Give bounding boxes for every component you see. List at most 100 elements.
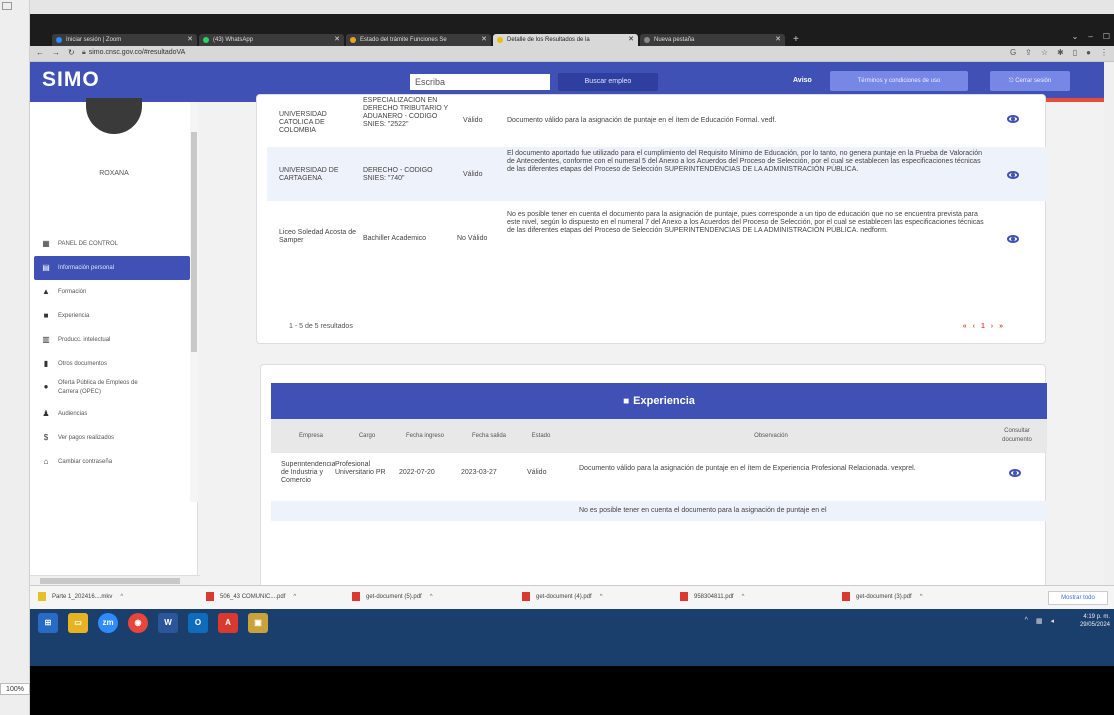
taskbar-clock[interactable]: 4:19 p. m. 29/05/2024 xyxy=(1080,613,1110,629)
experience-title: Experiencia xyxy=(633,395,695,407)
app-window-icon[interactable]: ▣ xyxy=(248,613,268,633)
logout-button[interactable]: ⎋ Cerrar sesión xyxy=(990,71,1070,91)
sidebar-horizontal-scrollbar[interactable] xyxy=(30,575,200,585)
chevron-up-icon[interactable]: ^ xyxy=(600,594,603,600)
prev-page-icon[interactable]: ‹ xyxy=(973,323,977,330)
download-item[interactable]: 958304811.pdf ^ xyxy=(680,592,744,601)
profile-icon[interactable]: ● xyxy=(1086,48,1091,57)
sidebar-item-experience[interactable]: ■ Experiencia xyxy=(30,304,190,328)
browser-tab-2[interactable]: Estado del trámite Funciones Se ✕ xyxy=(346,34,491,46)
sidebar-item-label: Experiencia xyxy=(58,313,90,319)
current-page[interactable]: 1 xyxy=(981,323,987,330)
observation-cell: Documento válido para la asignación de p… xyxy=(507,117,777,124)
view-document-icon[interactable] xyxy=(1007,235,1019,243)
file-explorer-icon[interactable]: ▭ xyxy=(68,613,88,633)
sidebar-item-opec[interactable]: ● Oferta Pública de Empleos de Carrera (O… xyxy=(30,376,190,402)
browser-tab-4[interactable]: Nueva pestaña ✕ xyxy=(640,34,785,46)
new-tab-icon[interactable]: + xyxy=(793,34,799,46)
word-icon[interactable]: W xyxy=(158,613,178,633)
close-icon[interactable]: ✕ xyxy=(775,34,781,46)
star-icon[interactable]: ☆ xyxy=(1041,48,1048,57)
page-scrollbar[interactable] xyxy=(1104,62,1114,585)
terms-button[interactable]: Términos y condiciones de uso xyxy=(830,71,968,91)
minimize-icon[interactable]: – xyxy=(1088,32,1092,41)
download-item[interactable]: get-document (4).pdf ^ xyxy=(522,592,603,601)
sidebar-item-audiences[interactable]: ♟ Audiencias xyxy=(30,402,190,426)
search-job-button[interactable]: Buscar empleo xyxy=(558,73,658,91)
download-item[interactable]: Parte 1_202416....mkv ^ xyxy=(38,592,123,601)
view-document-icon[interactable] xyxy=(1009,469,1021,477)
download-label: Parte 1_202416....mkv xyxy=(52,594,113,601)
sidebar-item-label: Formación xyxy=(58,289,87,295)
sidebar-item-intellectual[interactable]: ▥ Producc. intelectual xyxy=(30,328,190,352)
menu-icon[interactable]: ⋮ xyxy=(1100,48,1108,57)
first-page-icon[interactable]: « xyxy=(963,323,969,330)
last-page-icon[interactable]: » xyxy=(999,323,1005,330)
sidebar-item-other-docs[interactable]: ▮ Otros documentos xyxy=(30,352,190,376)
sidebar-item-education[interactable]: ▲ Formación xyxy=(30,280,190,304)
view-document-icon[interactable] xyxy=(1007,171,1019,179)
end-date-cell: 2023-03-27 xyxy=(461,469,497,476)
download-item[interactable]: get-document (3).pdf ^ xyxy=(842,592,923,601)
network-icon[interactable]: ▦ xyxy=(1036,617,1043,625)
sidebar-menu: ▦ PANEL DE CONTROL ▤ Información personal … xyxy=(30,232,190,474)
close-icon[interactable]: ✕ xyxy=(628,34,634,46)
url-text: simo.cnsc.gov.co/#resultadoVA xyxy=(88,49,186,56)
tray-arrow-icon[interactable]: ^ xyxy=(1025,617,1028,625)
lock-icon: ⌂ xyxy=(43,457,49,466)
sidepanel-icon[interactable]: ▯ xyxy=(1073,48,1077,57)
chevron-up-icon[interactable]: ^ xyxy=(430,594,433,600)
institution-cell: Liceo Soledad Acosta de Samper xyxy=(279,229,357,244)
extensions-icon[interactable]: ✱ xyxy=(1057,48,1064,57)
browser-tab-0[interactable]: Iniciar sesión | Zoom ✕ xyxy=(52,34,197,46)
download-item[interactable]: 506_43 COMUNIC....pdf ^ xyxy=(206,592,296,601)
browser-tab-3[interactable]: Detalle de los Resultados de la ✕ xyxy=(493,34,638,46)
view-document-icon[interactable] xyxy=(1007,115,1019,123)
sidebar-item-personal-info[interactable]: ▤ Información personal xyxy=(34,256,190,280)
chevron-up-icon[interactable]: ^ xyxy=(920,594,923,600)
sidebar: ROXANA ▦ PANEL DE CONTROL ▤ Información pe… xyxy=(30,98,198,585)
search-input[interactable] xyxy=(410,74,550,90)
zoom-level[interactable]: 100% xyxy=(0,683,30,695)
close-icon[interactable]: ✕ xyxy=(481,34,487,46)
zoom-app-icon[interactable]: zm xyxy=(98,613,118,633)
sidebar-item-dashboard[interactable]: ▦ PANEL DE CONTROL xyxy=(30,232,190,256)
chevron-down-icon[interactable]: ⌄ xyxy=(1072,32,1079,41)
briefcase-icon: ■ xyxy=(43,311,49,320)
outlook-icon[interactable]: O xyxy=(188,613,208,633)
notice-link[interactable]: Aviso xyxy=(793,77,812,84)
google-icon[interactable]: G xyxy=(1010,48,1016,57)
chevron-up-icon[interactable]: ^ xyxy=(293,594,296,600)
book-icon: ▥ xyxy=(42,335,50,344)
windows-start-icon[interactable]: ⊞ xyxy=(38,613,58,633)
show-all-downloads-button[interactable]: Mostrar todo xyxy=(1048,591,1108,605)
sidebar-scrollbar[interactable] xyxy=(190,102,198,502)
next-page-icon[interactable]: › xyxy=(991,323,995,330)
download-item[interactable]: get-document (5).pdf ^ xyxy=(352,592,433,601)
back-icon[interactable]: ← xyxy=(36,48,44,57)
chevron-up-icon[interactable]: ^ xyxy=(120,594,123,600)
reload-icon[interactable]: ↻ xyxy=(68,48,75,57)
close-icon[interactable]: ✕ xyxy=(187,34,193,46)
institution-cell: UNIVERSIDAD DE CARTAGENA xyxy=(279,167,339,182)
sidebar-item-label: Oferta Pública de Empleos de Carrera (OP… xyxy=(58,380,138,395)
sidebar-scroll-thumb[interactable] xyxy=(191,132,197,352)
address-bar-icons: G ⇪ ☆ ✱ ▯ ● ⋮ xyxy=(1010,48,1108,57)
sidebar-item-password[interactable]: ⌂ Cambiar contraseña xyxy=(30,450,190,474)
chevron-up-icon[interactable]: ^ xyxy=(742,594,745,600)
sidebar-item-payments[interactable]: $ Ver pagos realizados xyxy=(30,426,190,450)
forward-icon[interactable]: → xyxy=(52,48,60,57)
volume-icon[interactable]: ◂ xyxy=(1050,617,1054,625)
tab-label: Nueva pestaña xyxy=(654,37,695,43)
close-icon[interactable]: ✕ xyxy=(334,34,340,46)
acrobat-icon[interactable]: A xyxy=(218,613,238,633)
chrome-icon[interactable]: ◉ xyxy=(128,613,148,633)
browser-tab-1[interactable]: (43) WhatsApp ✕ xyxy=(199,34,344,46)
share-icon[interactable]: ⇪ xyxy=(1025,48,1032,57)
url-field[interactable]: 🔒︎ simo.cnsc.gov.co/#resultadoVA xyxy=(82,49,185,57)
scroll-thumb[interactable] xyxy=(40,578,180,584)
maximize-icon[interactable]: ☐ xyxy=(1103,32,1110,41)
simo-logo[interactable]: SIMO xyxy=(42,68,100,92)
screen: Iniciar sesión | Zoom ✕ (43) WhatsApp ✕ Es… xyxy=(30,14,1114,666)
sidebar-item-label: Cambiar contraseña xyxy=(58,459,113,465)
